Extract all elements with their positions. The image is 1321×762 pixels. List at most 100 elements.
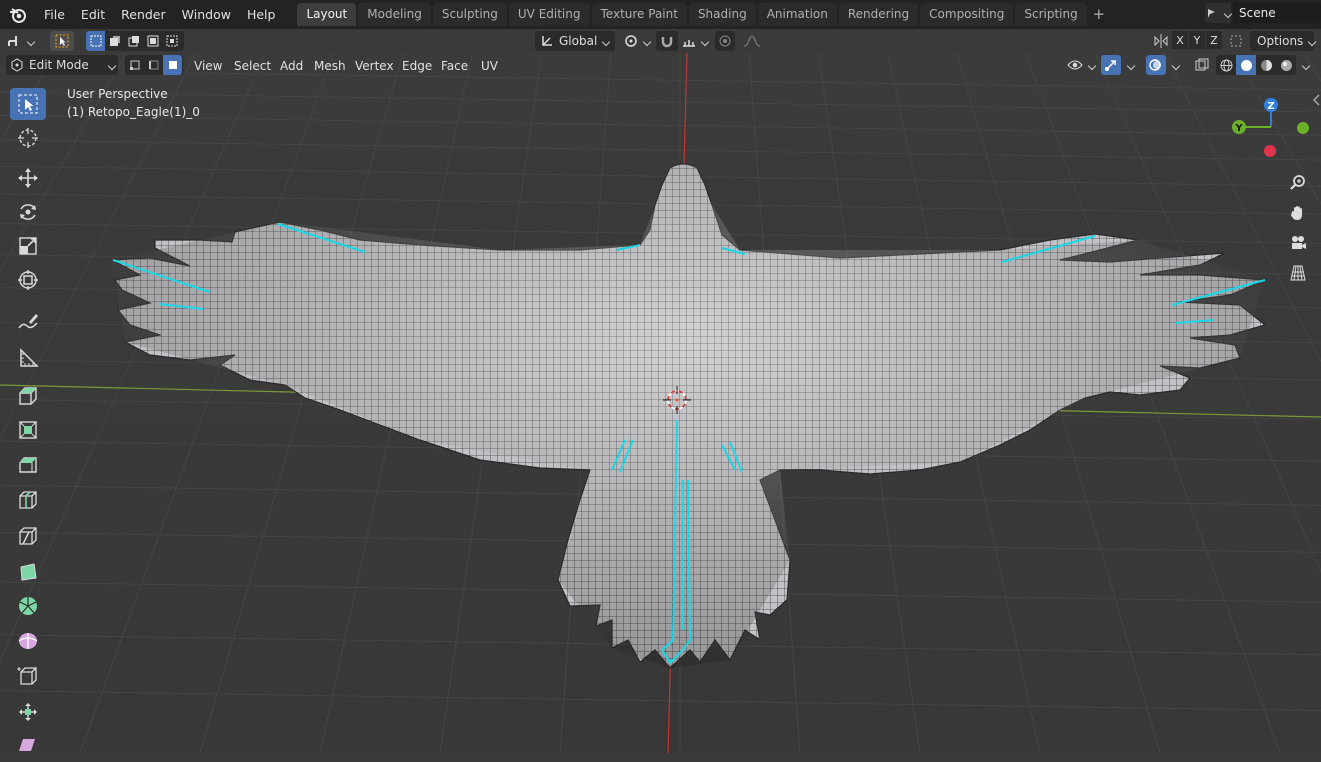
tab-rendering[interactable]: Rendering	[838, 3, 919, 26]
tool-select-box[interactable]	[10, 88, 46, 120]
tab-animation[interactable]: Animation	[757, 3, 837, 26]
overlays-icon	[1149, 59, 1161, 71]
snap-target-dropdown[interactable]	[680, 31, 710, 51]
menu-window[interactable]: Window	[174, 4, 239, 25]
select-invert-button[interactable]	[143, 35, 162, 47]
3d-viewport[interactable]: Z Y	[0, 53, 1321, 753]
main-menu: File Edit Render Window Help	[36, 4, 283, 25]
snap-toggle[interactable]	[656, 31, 678, 51]
menu-face[interactable]: Face	[434, 56, 475, 76]
vertex-select-button[interactable]	[125, 59, 144, 71]
gizmo-y-label: Y	[1234, 123, 1243, 134]
mirror-settings-button[interactable]	[1150, 31, 1172, 51]
tool-edge-slide[interactable]	[10, 660, 46, 692]
tab-compositing[interactable]: Compositing	[920, 3, 1014, 26]
tool-measure[interactable]	[10, 342, 46, 374]
tab-modeling[interactable]: Modeling	[358, 3, 431, 26]
menu-edit[interactable]: Edit	[73, 4, 113, 25]
overlays-dropdown[interactable]	[1167, 55, 1183, 75]
mirror-z-toggle[interactable]: Z	[1206, 31, 1222, 49]
menu-select[interactable]: Select	[227, 56, 278, 76]
pan-button[interactable]	[1286, 201, 1310, 225]
tool-shear[interactable]	[10, 730, 46, 762]
material-shading-button[interactable]	[1256, 59, 1276, 72]
menu-file[interactable]: File	[36, 4, 73, 25]
navigation-gizmo[interactable]: Z Y	[1228, 94, 1318, 164]
proportional-falloff-dropdown[interactable]	[737, 31, 767, 51]
wireframe-shading-button[interactable]	[1216, 59, 1236, 72]
inset-icon	[19, 421, 37, 439]
select-subtract-button[interactable]	[124, 35, 143, 47]
gizmo-x-axis[interactable]	[1264, 145, 1276, 157]
auto-merge-toggle[interactable]	[1226, 31, 1246, 51]
tool-knife[interactable]	[10, 520, 46, 552]
add-workspace-button[interactable]: +	[1089, 3, 1109, 26]
menu-add[interactable]: Add	[273, 56, 310, 76]
transform-orientation-dropdown[interactable]: Global	[535, 31, 615, 51]
tool-loop-cut[interactable]	[10, 484, 46, 516]
mirror-y-toggle[interactable]: Y	[1189, 31, 1205, 49]
workspace-tabs: Layout Modeling Sculpting UV Editing Tex…	[297, 3, 1108, 26]
tool-move[interactable]	[10, 162, 46, 194]
menu-help[interactable]: Help	[239, 4, 284, 25]
tab-scripting[interactable]: Scripting	[1015, 3, 1087, 26]
gizmo-dropdown[interactable]	[1122, 55, 1138, 75]
edge-select-button[interactable]	[144, 59, 163, 71]
tool-extrude[interactable]	[10, 380, 46, 412]
menu-render[interactable]: Render	[113, 4, 174, 25]
zoom-button[interactable]	[1286, 171, 1310, 195]
tool-annotate[interactable]	[10, 306, 46, 338]
tool-cursor[interactable]	[10, 122, 46, 154]
tab-sculpting[interactable]: Sculpting	[432, 3, 507, 26]
pivot-point-dropdown[interactable]	[621, 31, 653, 51]
tool-rotate[interactable]	[10, 196, 46, 228]
scene-browse-button[interactable]	[1205, 3, 1231, 23]
mode-dropdown[interactable]: Edit Mode	[6, 55, 118, 75]
mode-label: Edit Mode	[29, 58, 89, 72]
tool-inset[interactable]	[10, 414, 46, 446]
mirror-x-toggle[interactable]: X	[1172, 31, 1188, 49]
select-new-button[interactable]	[86, 31, 105, 51]
gizmo-z-label: Z	[1267, 101, 1274, 112]
solid-shading-button[interactable]	[1236, 55, 1256, 75]
tool-scale[interactable]	[10, 230, 46, 262]
scene-name-field[interactable]: Scene	[1233, 3, 1321, 23]
camera-view-button[interactable]	[1286, 231, 1310, 255]
perspective-toggle-button[interactable]	[1286, 261, 1310, 285]
overlays-toggle[interactable]	[1146, 55, 1166, 75]
shading-dropdown[interactable]	[1297, 55, 1313, 75]
menu-mesh[interactable]: Mesh	[307, 56, 353, 76]
viewport-scene[interactable]	[0, 53, 1321, 753]
menu-uv[interactable]: UV	[474, 56, 505, 76]
tool-poly-build[interactable]	[10, 556, 46, 588]
wireframe-sphere-icon	[1220, 59, 1232, 71]
select-extend-button[interactable]	[105, 35, 124, 47]
tool-transform[interactable]	[10, 264, 46, 296]
tool-settings-dropdown[interactable]	[6, 31, 40, 51]
tab-texture-paint[interactable]: Texture Paint	[591, 3, 687, 26]
tab-shading[interactable]: Shading	[688, 3, 756, 26]
gizmo-toggle[interactable]	[1101, 55, 1121, 75]
menu-vertex[interactable]: Vertex	[348, 56, 401, 76]
xray-toggle[interactable]	[1192, 55, 1212, 75]
proportional-editing-toggle[interactable]	[715, 31, 735, 51]
visibility-dropdown[interactable]	[1066, 55, 1096, 75]
rendered-shading-button[interactable]	[1276, 59, 1296, 72]
tool-spin[interactable]	[10, 590, 46, 622]
tab-uv-editing[interactable]: UV Editing	[508, 3, 590, 26]
tool-shrink-fatten[interactable]	[10, 696, 46, 728]
tab-layout[interactable]: Layout	[297, 3, 357, 26]
blender-logo-icon[interactable]	[8, 5, 28, 25]
face-select-button[interactable]	[163, 55, 182, 75]
select-intersect-button[interactable]	[162, 35, 181, 47]
tool-smooth[interactable]	[10, 624, 46, 656]
tool-bevel[interactable]	[10, 448, 46, 480]
options-dropdown[interactable]: Options	[1250, 31, 1314, 51]
solid-sphere-icon	[1240, 59, 1252, 71]
menu-view[interactable]: View	[187, 56, 229, 76]
gizmo-neg-y-axis[interactable]	[1297, 122, 1309, 134]
select-tool-button[interactable]	[50, 31, 74, 51]
sidebar-toggle[interactable]	[1311, 93, 1321, 107]
menu-edge[interactable]: Edge	[395, 56, 439, 76]
mirror-icon	[1154, 34, 1168, 48]
